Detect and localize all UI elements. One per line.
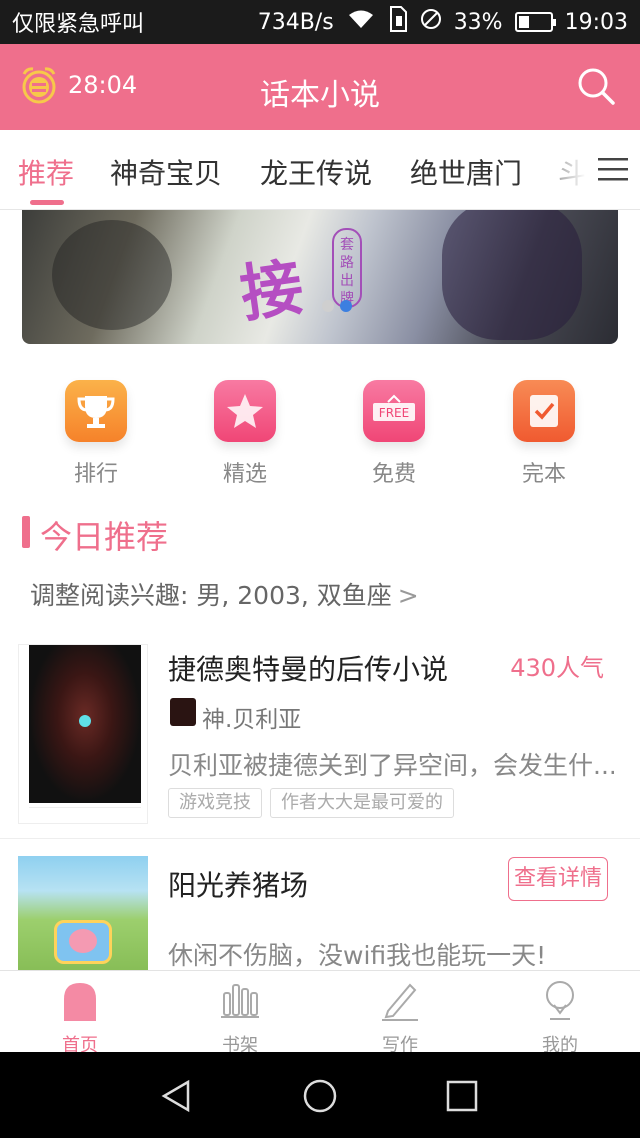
- nav-home[interactable]: 首页: [25, 979, 135, 1057]
- free-badge-text: FREE: [379, 406, 409, 420]
- tab-tang-sect[interactable]: 绝世唐门: [410, 152, 522, 192]
- battery-percent: 33%: [453, 9, 503, 35]
- home-button-icon[interactable]: [302, 1078, 338, 1114]
- section-accent-bar: [22, 516, 30, 548]
- recents-icon[interactable]: [444, 1078, 480, 1114]
- back-icon[interactable]: [158, 1078, 194, 1114]
- category-label: 完本: [521, 462, 566, 487]
- promo-title[interactable]: 阳光养猪场: [168, 864, 308, 904]
- app-header: 28:04 话本小说: [0, 44, 640, 130]
- popularity-count: 430人气: [510, 654, 604, 682]
- banner-calligraphy: 接: [235, 249, 308, 331]
- banner-dot-active: [340, 300, 352, 312]
- status-bar: 仅限紧急呼叫 734B/s 33% 19:03: [0, 0, 640, 44]
- category-tabs: 推荐 神奇宝贝 龙王传说 绝世唐门 斗罗: [0, 130, 640, 210]
- avatar: [170, 698, 196, 726]
- banner-art-right: [442, 210, 582, 340]
- promo-banner[interactable]: 接 套路出牌: [22, 210, 618, 344]
- banner-seal: 套路出牌: [332, 228, 362, 308]
- category-ranking[interactable]: 排行: [46, 380, 146, 488]
- tab-dragon-king[interactable]: 龙王传说: [260, 152, 372, 192]
- network-speed: 734B/s: [257, 9, 334, 35]
- status-indicators: 734B/s 33% 19:03: [258, 6, 628, 38]
- category-label: 精选: [222, 462, 267, 487]
- menu-icon[interactable]: [598, 156, 628, 182]
- wifi-icon: [346, 8, 376, 36]
- view-details-button[interactable]: 查看详情: [508, 857, 608, 901]
- chevron-right-icon: >: [397, 581, 419, 610]
- carrier-text: 仅限紧急呼叫: [12, 12, 145, 37]
- cover-glow: [79, 715, 91, 727]
- tag[interactable]: 游戏竞技: [168, 788, 262, 818]
- trophy-icon: [65, 380, 127, 442]
- check-icon: [513, 380, 575, 442]
- clock: 19:03: [564, 9, 628, 35]
- tag[interactable]: 作者大大是最可爱的: [270, 788, 454, 818]
- adjust-interest-link[interactable]: 调整阅读兴趣: 男, 2003, 双鱼座 >: [30, 576, 419, 612]
- profile-icon: [546, 981, 574, 1020]
- category-free[interactable]: FREE 免费: [344, 380, 444, 488]
- battery-icon: [514, 12, 556, 32]
- book-cover[interactable]: [18, 644, 148, 824]
- banner-art-left: [52, 220, 172, 330]
- nav-bookshelf[interactable]: 书架: [185, 979, 295, 1057]
- home-icon: [64, 983, 96, 1021]
- promo-description: 休闲不伤脑，没wifi我也能玩一天!: [168, 941, 547, 970]
- system-nav-bar: [0, 1052, 640, 1138]
- book-description: 贝利亚被捷德关到了异空间，会发生什...: [168, 751, 614, 780]
- tab-pokemon[interactable]: 神奇宝贝: [110, 152, 222, 192]
- section-title: 今日推荐: [40, 518, 169, 556]
- book-title[interactable]: 捷德奥特曼的后传小说: [168, 648, 448, 688]
- category-completed[interactable]: 完本: [494, 380, 594, 488]
- sim-icon: [388, 6, 408, 38]
- pen-icon: [382, 983, 418, 1021]
- free-icon: FREE: [363, 380, 425, 442]
- cover-footer: [29, 807, 141, 821]
- nav-write[interactable]: 写作: [345, 979, 455, 1057]
- active-tab-indicator: [30, 200, 64, 205]
- bottom-nav: 首页 书架 写作 我的: [0, 970, 640, 1056]
- author-name[interactable]: 神.贝利亚: [202, 700, 301, 734]
- battery-fill: [518, 16, 529, 28]
- star-icon: [214, 380, 276, 442]
- divider: [0, 838, 640, 839]
- app-screen: 仅限紧急呼叫 734B/s 33% 19:03 28:04 话本小说 推荐 神奇…: [0, 0, 640, 1138]
- banner-dot: [322, 300, 334, 312]
- bookshelf-icon: [221, 984, 259, 1018]
- pig-image: [54, 920, 112, 964]
- search-icon[interactable]: [576, 66, 616, 106]
- category-featured[interactable]: 精选: [195, 380, 295, 488]
- category-label: 排行: [73, 462, 118, 487]
- tab-recommend[interactable]: 推荐: [18, 152, 74, 192]
- app-title: 话本小说: [260, 78, 380, 113]
- promo-cover[interactable]: [18, 856, 148, 972]
- do-not-disturb-icon: [420, 8, 442, 36]
- banner-page-indicator: [322, 300, 352, 312]
- interest-text: 调整阅读兴趣: 男, 2003, 双鱼座: [30, 581, 392, 610]
- nav-profile[interactable]: 我的: [505, 979, 615, 1057]
- category-label: 免费: [371, 462, 416, 487]
